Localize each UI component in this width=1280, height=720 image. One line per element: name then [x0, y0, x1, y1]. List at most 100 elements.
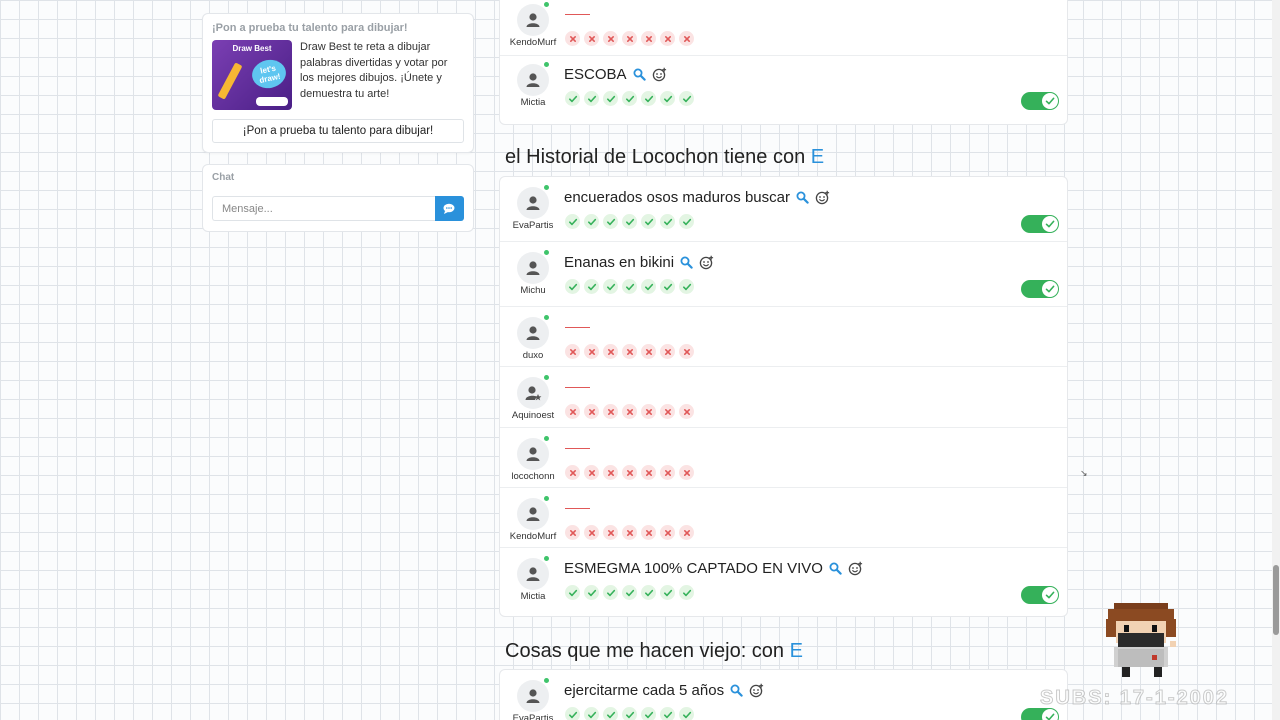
username: KendoMurf [509, 531, 557, 542]
username: duxo [522, 350, 544, 361]
vote-cross-icon [641, 344, 656, 359]
user-icon [526, 447, 540, 461]
vote-cross-icon [584, 525, 599, 540]
search-answer-button[interactable] [633, 68, 646, 81]
online-status-dot [544, 436, 549, 441]
promo-button[interactable]: ¡Pon a prueba tu talento para dibujar! [212, 119, 464, 143]
vote-cross-icon [584, 404, 599, 419]
vote-cross-icon [622, 525, 637, 540]
vote-check-icon [679, 91, 694, 106]
vote-indicators [565, 404, 694, 419]
publisher-badge [256, 97, 288, 106]
add-reaction-icon [749, 683, 764, 698]
vote-indicators [565, 91, 694, 106]
add-reaction-button[interactable] [699, 255, 714, 270]
vote-cross-icon [584, 344, 599, 359]
vote-check-icon [565, 91, 580, 106]
scrollbar-thumb[interactable] [1273, 565, 1279, 635]
draw-best-image[interactable]: Draw Best let's draw! [212, 40, 292, 110]
vote-cross-icon [679, 465, 694, 480]
user-star-icon [525, 386, 542, 401]
answer-text: ESMEGMA 100% CAPTADO EN VIVO [564, 560, 823, 577]
add-reaction-button[interactable] [652, 67, 667, 82]
answer-row: duxo [500, 307, 1067, 367]
answer-text-group: ejercitarme cada 5 años [564, 682, 764, 699]
vote-cross-icon [660, 31, 675, 46]
answer-text: encuerados osos maduros buscar [564, 189, 790, 206]
vote-check-icon [679, 585, 694, 600]
chat-message-input[interactable] [212, 196, 435, 221]
vote-cross-icon [565, 31, 580, 46]
vote-cross-icon [565, 344, 580, 359]
vote-cross-icon [603, 31, 618, 46]
user-avatar[interactable] [517, 187, 549, 219]
empty-answer-dash [565, 14, 590, 15]
username: KendoMurf [509, 37, 557, 48]
answer-row: KendoMurf [500, 0, 1067, 56]
page-scrollbar[interactable] [1272, 0, 1280, 720]
user-avatar[interactable] [517, 4, 549, 36]
validate-toggle[interactable] [1021, 92, 1059, 110]
vote-check-icon [660, 91, 675, 106]
vote-cross-icon [622, 404, 637, 419]
online-status-dot [544, 185, 549, 190]
vote-check-icon [660, 279, 675, 294]
user-avatar[interactable] [517, 438, 549, 470]
validate-toggle[interactable] [1021, 215, 1059, 233]
vote-check-icon [641, 585, 656, 600]
search-answer-button[interactable] [730, 684, 743, 697]
validate-toggle[interactable] [1021, 586, 1059, 604]
answer-text-group: Enanas en bikini [564, 254, 714, 271]
toggle-check-icon [1042, 93, 1058, 109]
vote-check-icon [603, 91, 618, 106]
add-reaction-button[interactable] [749, 683, 764, 698]
user-avatar[interactable] [517, 317, 549, 349]
validate-toggle[interactable] [1021, 280, 1059, 298]
user-avatar[interactable] [517, 377, 549, 409]
vote-check-icon [660, 214, 675, 229]
vote-cross-icon [603, 525, 618, 540]
online-status-dot [544, 375, 549, 380]
add-reaction-button[interactable] [815, 190, 830, 205]
search-answer-button[interactable] [829, 562, 842, 575]
vote-check-icon [641, 707, 656, 720]
user-avatar[interactable] [517, 680, 549, 712]
vote-check-icon [660, 585, 675, 600]
vote-check-icon [660, 707, 675, 720]
user-avatar[interactable] [517, 64, 549, 96]
user-avatar[interactable] [517, 252, 549, 284]
vote-check-icon [622, 707, 637, 720]
vote-indicators [565, 525, 694, 540]
vote-check-icon [622, 214, 637, 229]
vote-check-icon [584, 214, 599, 229]
username: Mictia [520, 97, 546, 108]
online-status-dot [544, 556, 549, 561]
search-answer-button[interactable] [796, 191, 809, 204]
section-letter: E [789, 640, 803, 662]
answer-text-group: ESCOBA [564, 66, 667, 83]
vote-check-icon [622, 279, 637, 294]
search-icon [730, 684, 743, 697]
username: Mictia [520, 591, 546, 602]
vote-cross-icon [641, 465, 656, 480]
user-avatar[interactable] [517, 558, 549, 590]
username: EvaPartis [512, 220, 554, 231]
answer-row: EvaPartis ejercitarme cada 5 años [500, 670, 1067, 720]
answer-row: EvaPartis encuerados osos maduros buscar [500, 177, 1067, 242]
online-status-dot [544, 250, 549, 255]
search-answer-button[interactable] [680, 256, 693, 269]
pixel-character-mascot [1106, 603, 1176, 677]
search-icon [633, 68, 646, 81]
vote-check-icon [603, 585, 618, 600]
user-icon [526, 507, 540, 521]
vote-check-icon [622, 585, 637, 600]
user-avatar[interactable] [517, 498, 549, 530]
vote-cross-icon [622, 465, 637, 480]
vote-check-icon [565, 585, 580, 600]
vote-indicators [565, 585, 694, 600]
section-title-text: el Historial de Locochon tiene con [505, 146, 806, 168]
vote-check-icon [565, 214, 580, 229]
add-reaction-button[interactable] [848, 561, 863, 576]
promo-image-brand: Draw Best [232, 44, 272, 53]
chat-send-button[interactable] [434, 196, 464, 221]
